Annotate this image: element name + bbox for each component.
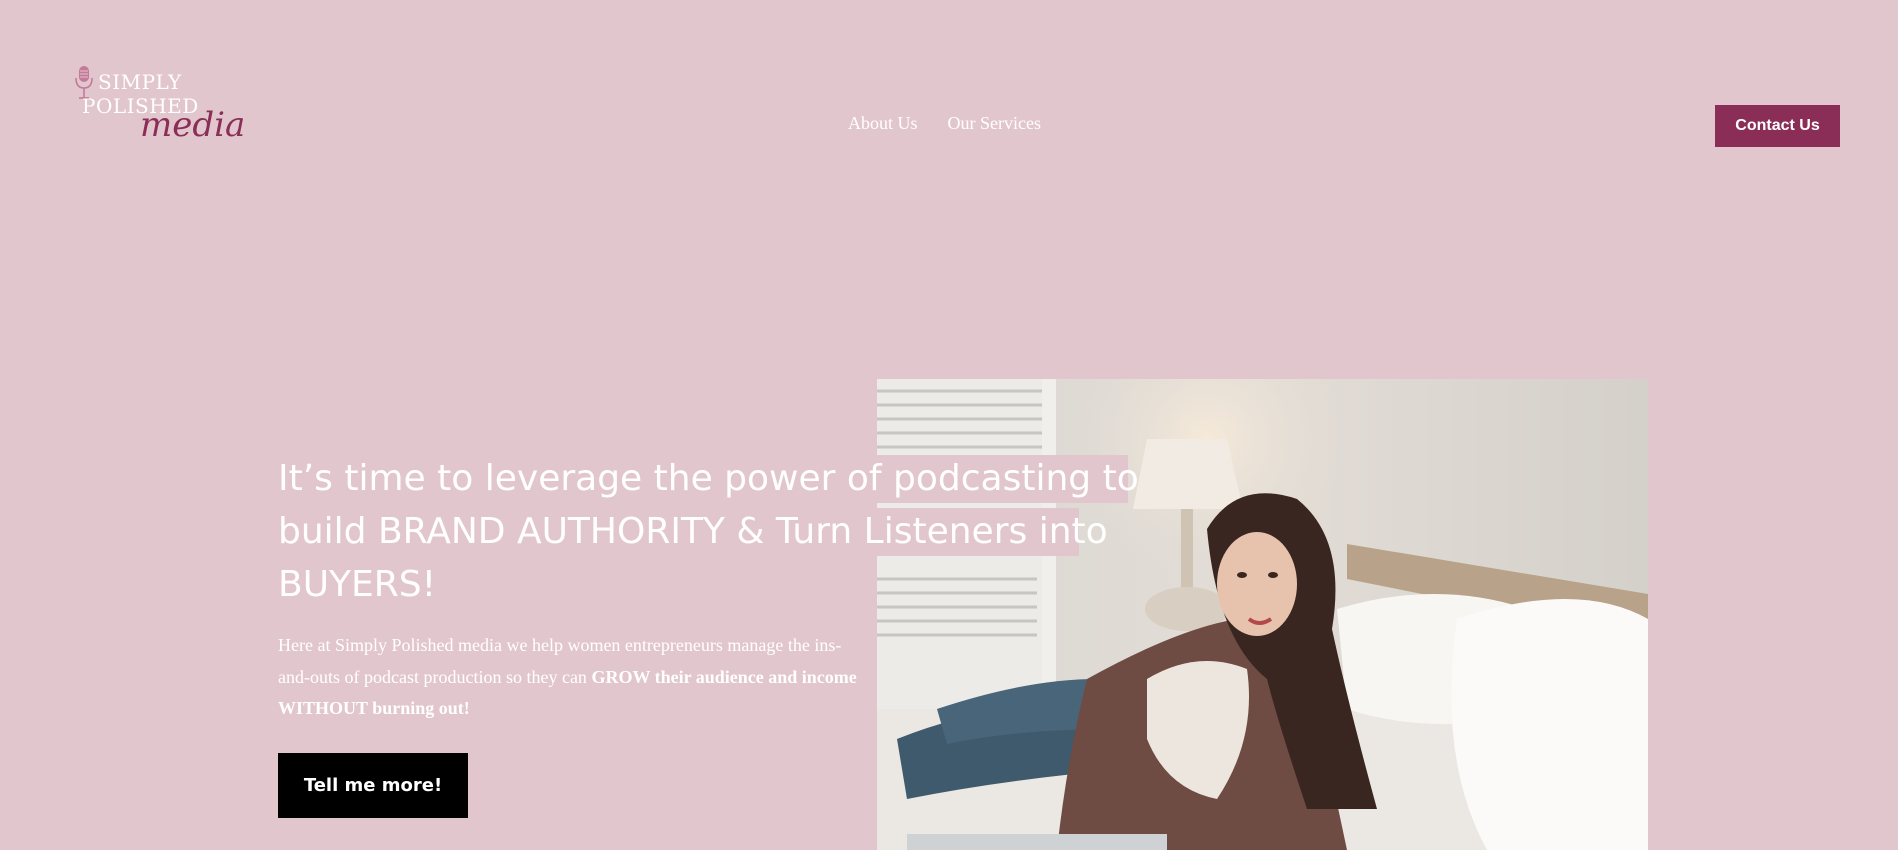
hero-description: Here at Simply Polished media we help wo… xyxy=(278,630,858,725)
logo-text-simply: SIMPLY xyxy=(98,70,182,94)
main-navigation: About Us Our Services xyxy=(848,113,1041,134)
brand-logo[interactable]: SIMPLY POLISHED media xyxy=(74,62,245,154)
headline-line: It’s time to leverage the power of podca… xyxy=(278,458,1139,499)
logo-text-media: media xyxy=(140,105,246,145)
headline-line: build BRAND AUTHORITY & Turn Listeners i… xyxy=(278,511,1108,552)
hero-photo xyxy=(877,379,1648,850)
tell-me-more-button[interactable]: Tell me more! xyxy=(278,753,468,818)
hero-headline: It’s time to leverage the power of podca… xyxy=(278,452,1148,611)
nav-link-our-services[interactable]: Our Services xyxy=(948,113,1041,134)
nav-link-about-us[interactable]: About Us xyxy=(848,113,918,134)
headline-line: BUYERS! xyxy=(278,564,437,605)
contact-us-button[interactable]: Contact Us xyxy=(1715,105,1840,147)
